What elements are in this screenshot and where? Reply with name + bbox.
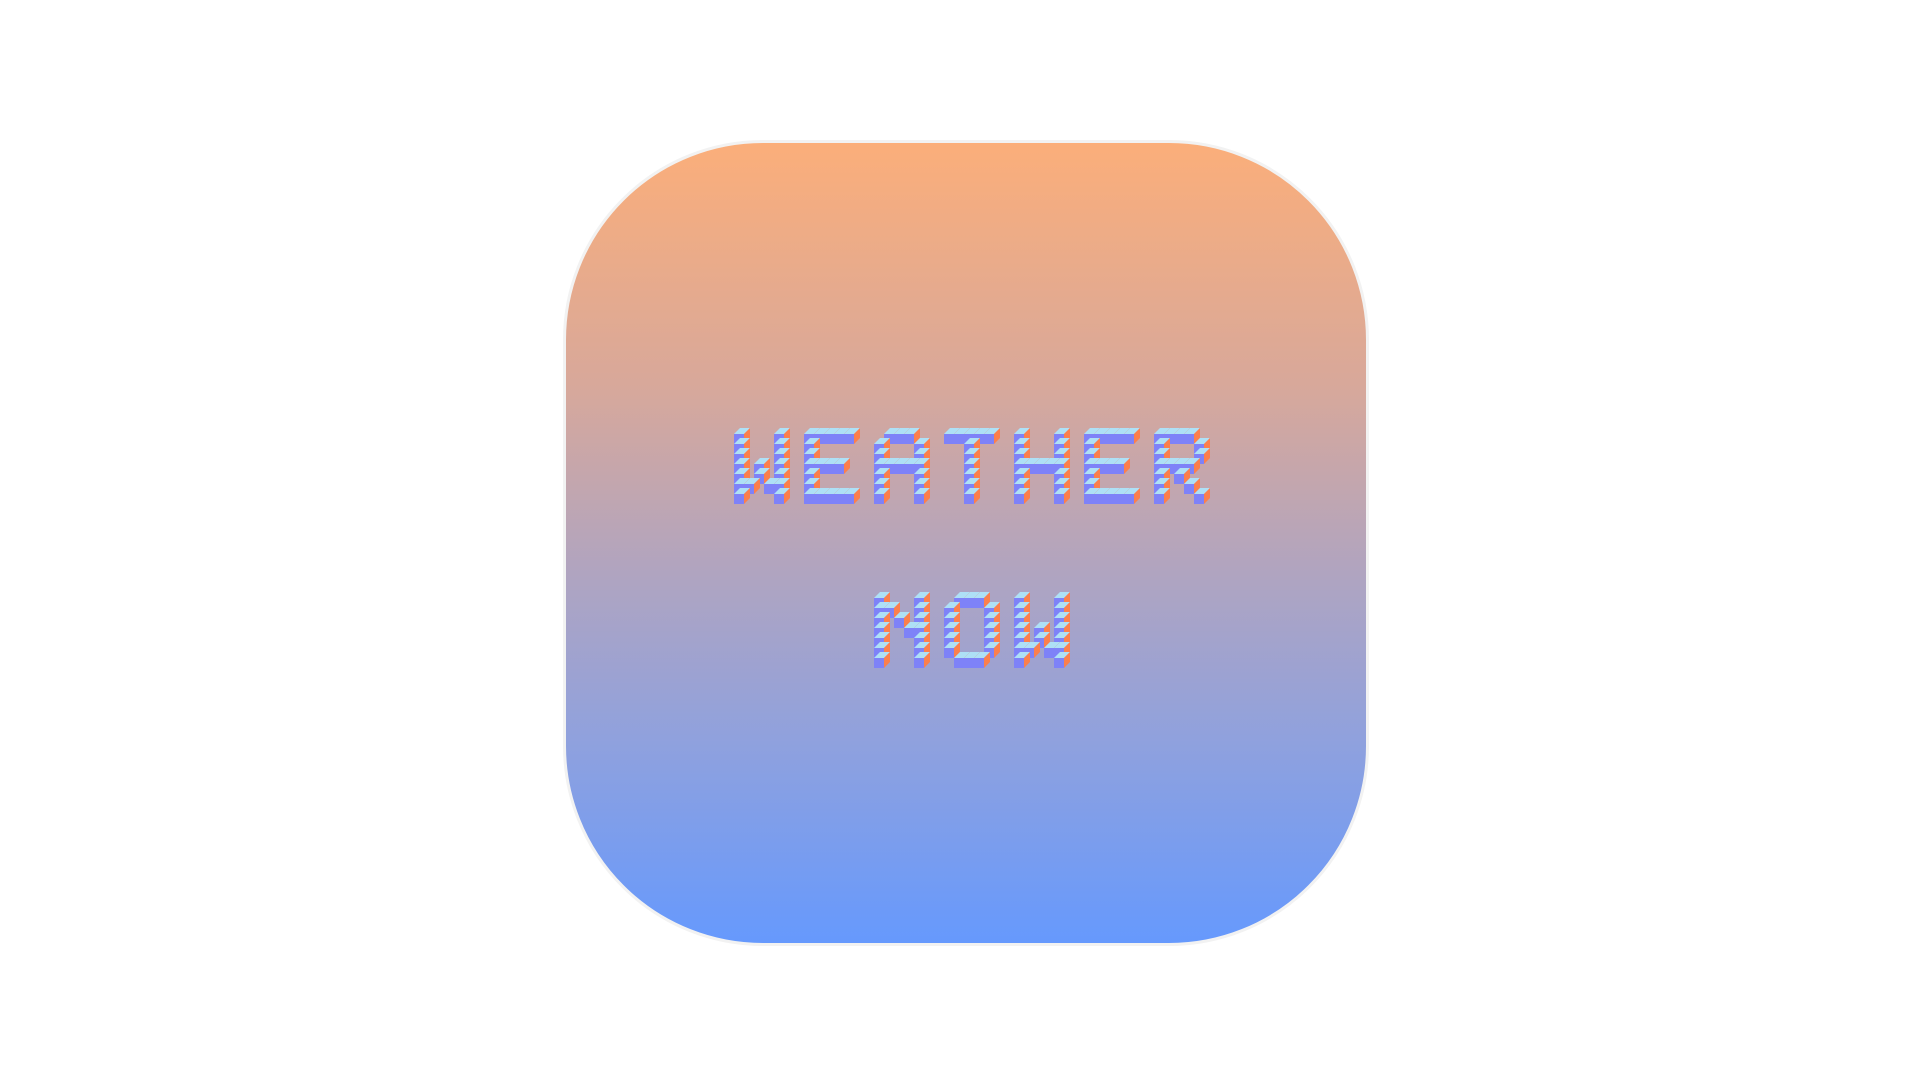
- title-letter-h: [1014, 428, 1070, 504]
- title-letter-w: [1014, 592, 1070, 668]
- title-letter-w: [734, 428, 790, 504]
- title-letter-r: [1154, 428, 1210, 504]
- title-letter-e: [1084, 428, 1140, 504]
- title-letter-a: [874, 428, 930, 504]
- weather-now-app-icon[interactable]: WEATHER NOW: [563, 140, 1369, 946]
- isometric-title-art: [734, 428, 1210, 668]
- title-letter-n: [874, 592, 930, 668]
- title-letter-o: [944, 592, 1000, 668]
- title-letter-t: [944, 428, 1000, 504]
- title-letter-e: [804, 428, 860, 504]
- canvas: WEATHER NOW: [0, 0, 1920, 1080]
